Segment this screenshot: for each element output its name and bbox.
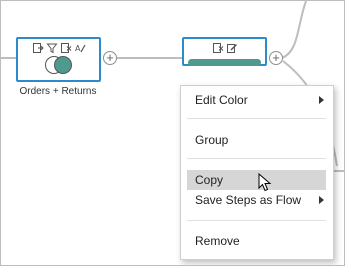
filter-icon[interactable] bbox=[45, 42, 58, 54]
menu-item-edit-color[interactable]: Edit Color bbox=[187, 90, 326, 110]
plus-icon: + bbox=[106, 50, 114, 65]
mouse-cursor-icon bbox=[258, 173, 272, 192]
menu-item-copy-label: Copy bbox=[195, 173, 224, 187]
menu-item-group-label: Group bbox=[195, 133, 229, 147]
menu-item-edit-color-label: Edit Color bbox=[195, 93, 248, 107]
join-step-label: Orders + Returns bbox=[19, 86, 97, 97]
exclude-icon[interactable] bbox=[32, 42, 44, 54]
clean-step-color-bar bbox=[188, 59, 261, 66]
menu-item-remove[interactable]: Remove bbox=[187, 231, 326, 251]
chevron-right-icon bbox=[319, 96, 324, 104]
join-node-toolbar: A bbox=[18, 42, 99, 54]
menu-item-remove-label: Remove bbox=[195, 234, 240, 248]
clean-node-toolbar bbox=[184, 42, 265, 54]
clean-step-node[interactable] bbox=[182, 37, 267, 66]
svg-text:A: A bbox=[75, 44, 81, 53]
edit-icon[interactable] bbox=[226, 42, 238, 54]
context-menu: Edit Color Group Copy Save Steps as Flow… bbox=[180, 85, 334, 260]
inner-join-icon bbox=[45, 56, 72, 74]
menu-separator bbox=[187, 220, 326, 221]
add-step-button-clean[interactable]: + bbox=[269, 51, 283, 65]
chevron-right-icon bbox=[319, 196, 324, 204]
menu-item-group[interactable]: Group bbox=[187, 130, 326, 150]
connector-clean-out-top bbox=[281, 1, 307, 59]
menu-separator bbox=[187, 158, 326, 159]
menu-item-copy[interactable]: Copy bbox=[187, 170, 326, 190]
remove-icon[interactable] bbox=[212, 42, 224, 54]
menu-item-save-steps-label: Save Steps as Flow bbox=[195, 193, 302, 207]
flow-canvas[interactable]: A Orders + Returns + + Edit Color Group … bbox=[0, 0, 345, 266]
menu-item-save-steps-as-flow[interactable]: Save Steps as Flow bbox=[187, 190, 326, 210]
join-step-node[interactable]: A bbox=[16, 37, 101, 82]
remove-icon[interactable] bbox=[60, 42, 72, 54]
add-step-button-join[interactable]: + bbox=[103, 51, 117, 65]
rename-icon[interactable]: A bbox=[74, 42, 86, 54]
plus-icon: + bbox=[272, 50, 280, 65]
menu-separator bbox=[187, 118, 326, 119]
